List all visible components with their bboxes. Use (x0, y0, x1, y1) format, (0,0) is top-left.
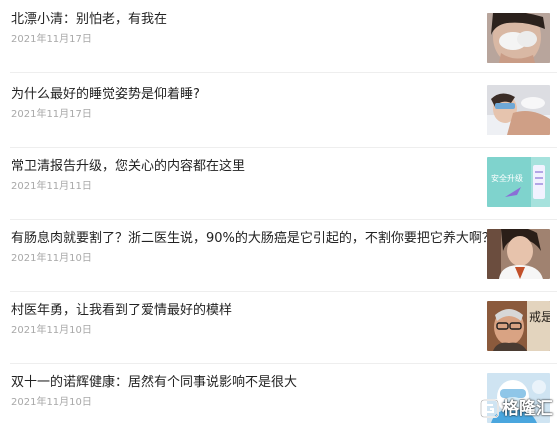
list-item[interactable]: 双十一的诺辉健康：居然有个同事说影响不是很大 2021年11月10日 (0, 363, 557, 435)
article-date: 2021年11月10日 (11, 397, 92, 408)
article-title[interactable]: 为什么最好的睡觉姿势是仰着睡? (11, 86, 200, 104)
article-thumbnail[interactable] (487, 13, 550, 63)
article-title[interactable]: 村医年勇，让我看到了爱情最好的模样 (11, 302, 232, 320)
article-date: 2021年11月10日 (11, 253, 92, 264)
list-item[interactable]: 常卫清报告升级，您关心的内容都在这里 2021年11月11日 安全升级 (0, 147, 557, 220)
article-date: 2021年11月17日 (11, 34, 92, 45)
article-date: 2021年11月10日 (11, 325, 92, 336)
gelonghui-logo-icon (480, 399, 499, 418)
article-thumbnail[interactable] (487, 229, 550, 279)
divider (10, 72, 557, 73)
article-date: 2021年11月17日 (11, 109, 92, 120)
list-item[interactable]: 有肠息肉就要割了？浙二医生说，90%的大肠癌是它引起的，不割你要把它养大啊？！ … (0, 219, 557, 292)
thumbnail-text: 安全升级 (491, 173, 523, 183)
article-title[interactable]: 北漂小清：别怕老，有我在 (11, 11, 167, 29)
article-title[interactable]: 有肠息肉就要割了？浙二医生说，90%的大肠癌是它引起的，不割你要把它养大啊？！ (11, 230, 508, 248)
article-thumbnail[interactable]: 戒是 (487, 301, 550, 351)
list-item[interactable]: 村医年勇，让我看到了爱情最好的模样 2021年11月10日 戒是 (0, 291, 557, 364)
article-thumbnail[interactable] (487, 85, 550, 135)
article-thumbnail[interactable]: 安全升级 (487, 157, 550, 207)
article-title[interactable]: 常卫清报告升级，您关心的内容都在这里 (11, 158, 245, 176)
list-item[interactable]: 北漂小清：别怕老，有我在 2021年11月17日 (0, 0, 557, 73)
list-item[interactable]: 为什么最好的睡觉姿势是仰着睡? 2021年11月17日 (0, 75, 557, 148)
article-title[interactable]: 双十一的诺辉健康：居然有个同事说影响不是很大 (11, 374, 297, 392)
watermark: 格隆汇 (480, 397, 556, 423)
article-date: 2021年11月11日 (11, 181, 92, 192)
watermark-text: 格隆汇 (502, 399, 553, 419)
thumbnail-text: 戒是 (529, 310, 550, 324)
